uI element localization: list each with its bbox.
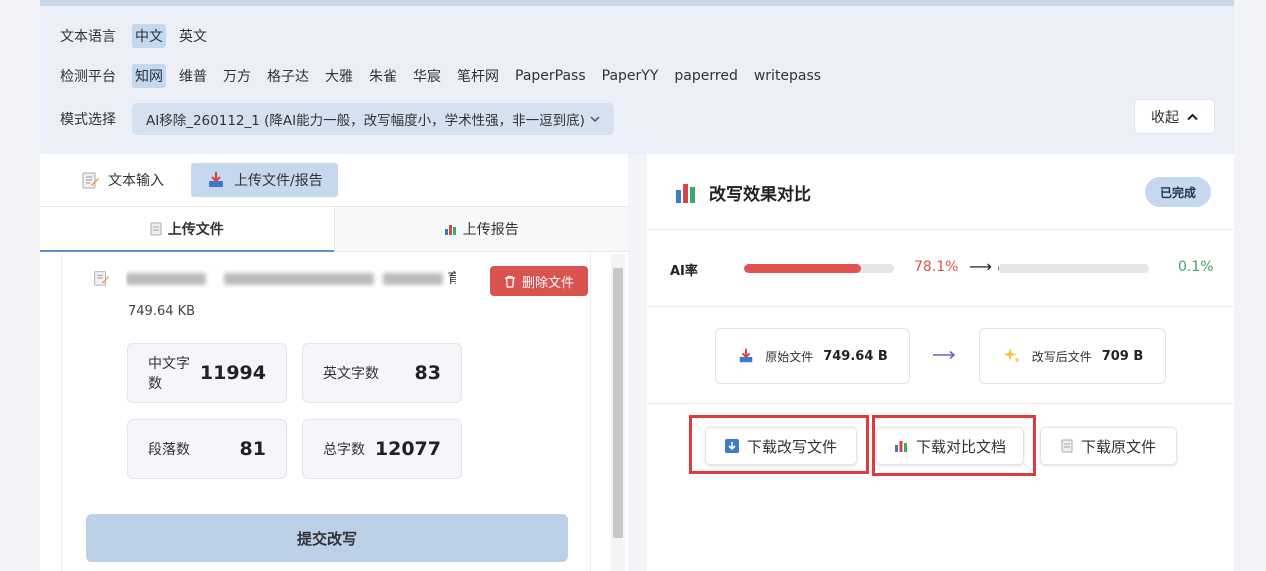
document-icon [1061,439,1073,453]
rewritten-file-box: 改写后文件 709 B [979,328,1166,384]
original-file-label: 原始文件 [765,349,814,364]
stat-label: 总字数 [323,442,365,458]
platform-label: 检测平台 [60,69,116,85]
ai-after-value: 0.1% [1178,259,1214,275]
language-row: 文本语言 中文 英文 [60,24,220,48]
platform-option[interactable]: 华宸 [410,64,444,88]
submit-rewrite-button[interactable]: 提交改写 [86,514,568,562]
tab-text-input-label: 文本输入 [108,173,164,189]
platform-option[interactable]: writepass [751,66,824,86]
bar-chart-icon [444,224,456,235]
delete-file-button[interactable]: 删除文件 [490,266,588,296]
stat-chinese-chars: 中文字数 11994 [127,343,287,403]
file-row: 育... [92,268,456,288]
rewritten-file-label: 改写后文件 [1031,349,1092,364]
trash-icon [504,275,515,288]
tab-upload-report-label: 上传报告 [462,222,519,238]
ai-rate-label: AI率 [670,264,698,279]
download-tray-icon [739,348,753,363]
stat-label: 中文字数 [148,356,190,392]
platform-option[interactable]: 格子达 [264,64,312,88]
file-size: 749.64 KB [128,304,196,319]
tab-text-input[interactable]: 文本输入 [65,163,179,197]
upload-sub-tabs: 上传文件 上传报告 [40,206,628,252]
bar-chart-icon [676,183,695,203]
input-panel: 文本输入 上传文件/报告 上传文件 上传报告 育... [40,154,628,571]
mode-select[interactable]: AI移除_260112_1 (降AI能力一般，改写幅度小，学术性强，非一逗到底) [132,103,614,135]
mode-label: 模式选择 [60,112,116,128]
platform-option[interactable]: PaperPass [512,66,589,86]
language-option-zh[interactable]: 中文 [132,24,166,48]
file-compare-row: 原始文件 749.64 B 改写后文件 709 B [647,308,1234,404]
highlight-box [872,415,1036,476]
source-tabs: 文本输入 上传文件/报告 [65,163,338,197]
delete-file-label: 删除文件 [521,275,574,291]
language-option-en[interactable]: 英文 [176,24,210,48]
chevron-up-icon [1187,113,1198,120]
mode-row: 模式选择 AI移除_260112_1 (降AI能力一般，改写幅度小，学术性强，非… [60,103,614,135]
redacted-text [126,273,206,285]
tab-upload-file-label: 上传文件 [167,221,224,238]
language-label: 文本语言 [60,29,116,45]
platform-option[interactable]: 朱雀 [366,64,400,88]
result-title: 改写效果对比 [675,180,811,205]
platform-option[interactable]: 笔杆网 [454,64,502,88]
platform-row: 检测平台 知网 维普 万方 格子达 大雅 朱雀 华宸 笔杆网 PaperPass… [60,64,834,88]
stat-total-chars: 总字数 12077 [302,419,462,479]
scrollbar[interactable] [611,254,625,571]
result-title-text: 改写效果对比 [709,185,811,205]
original-file-box: 原始文件 749.64 B [715,328,910,384]
result-header: 改写效果对比 已完成 [647,154,1234,230]
stat-value: 81 [239,438,266,460]
platform-option[interactable]: 大雅 [322,64,356,88]
collapse-label: 收起 [1151,109,1179,126]
result-panel: 改写效果对比 已完成 AI率 78.1% ⟶ 0.1% 原始文件 749.64 … [647,154,1234,571]
file-name: 育... [126,268,456,288]
stat-label: 英文字数 [323,366,379,382]
stat-paragraphs: 段落数 81 [127,419,287,479]
edit-document-icon [94,271,110,286]
arrow-icon: ⟶ [969,257,992,276]
platform-option[interactable]: 维普 [176,64,210,88]
highlight-box [689,415,869,474]
ai-before-fill [744,264,862,273]
edit-document-icon [82,172,99,189]
file-name-suffix: 育... [447,271,456,287]
redacted-text [224,273,375,285]
tab-upload-file[interactable]: 上传文件 [40,207,334,252]
document-icon [150,222,162,235]
chevron-down-icon [590,116,600,123]
stat-label: 段落数 [148,442,190,458]
settings-panel: 文本语言 中文 英文 检测平台 知网 维普 万方 格子达 大雅 朱雀 华宸 笔杆… [40,6,1234,154]
rewritten-file-size: 709 B [1101,348,1144,364]
scrollbar-thumb[interactable] [613,268,623,538]
platform-option[interactable]: 知网 [132,64,166,88]
file-card: 育... 删除文件 749.64 KB 中文字数 11994 英文字数 83 段… [61,254,591,571]
original-file-size: 749.64 B [823,348,888,364]
platform-option[interactable]: paperred [671,66,740,86]
sparkles-icon [1003,348,1020,363]
stat-value: 83 [414,362,441,384]
stat-value: 12077 [374,438,441,460]
stat-value: 11994 [199,362,266,384]
platform-option[interactable]: 万方 [220,64,254,88]
arrow-right-icon [933,350,956,360]
redacted-text [382,273,443,285]
tab-upload-label: 上传文件/报告 [234,173,323,189]
download-original-label: 下载原文件 [1080,437,1156,456]
ai-rate-row: AI率 78.1% ⟶ 0.1% [647,231,1234,307]
ai-before-value: 78.1% [914,259,959,275]
stat-english-chars: 英文字数 83 [302,343,462,403]
platform-option[interactable]: PaperYY [599,66,662,86]
tab-upload[interactable]: 上传文件/报告 [191,163,338,197]
mode-value: AI移除_260112_1 (降AI能力一般，改写幅度小，学术性强，非一逗到底) [146,113,585,129]
status-badge: 已完成 [1145,177,1211,207]
ai-before-bar [744,264,894,273]
collapse-button[interactable]: 收起 [1134,99,1215,134]
ai-after-bar [998,264,1149,273]
upload-tray-icon [209,172,223,187]
tab-upload-report[interactable]: 上传报告 [333,207,628,252]
download-original-button[interactable]: 下载原文件 [1040,427,1177,465]
